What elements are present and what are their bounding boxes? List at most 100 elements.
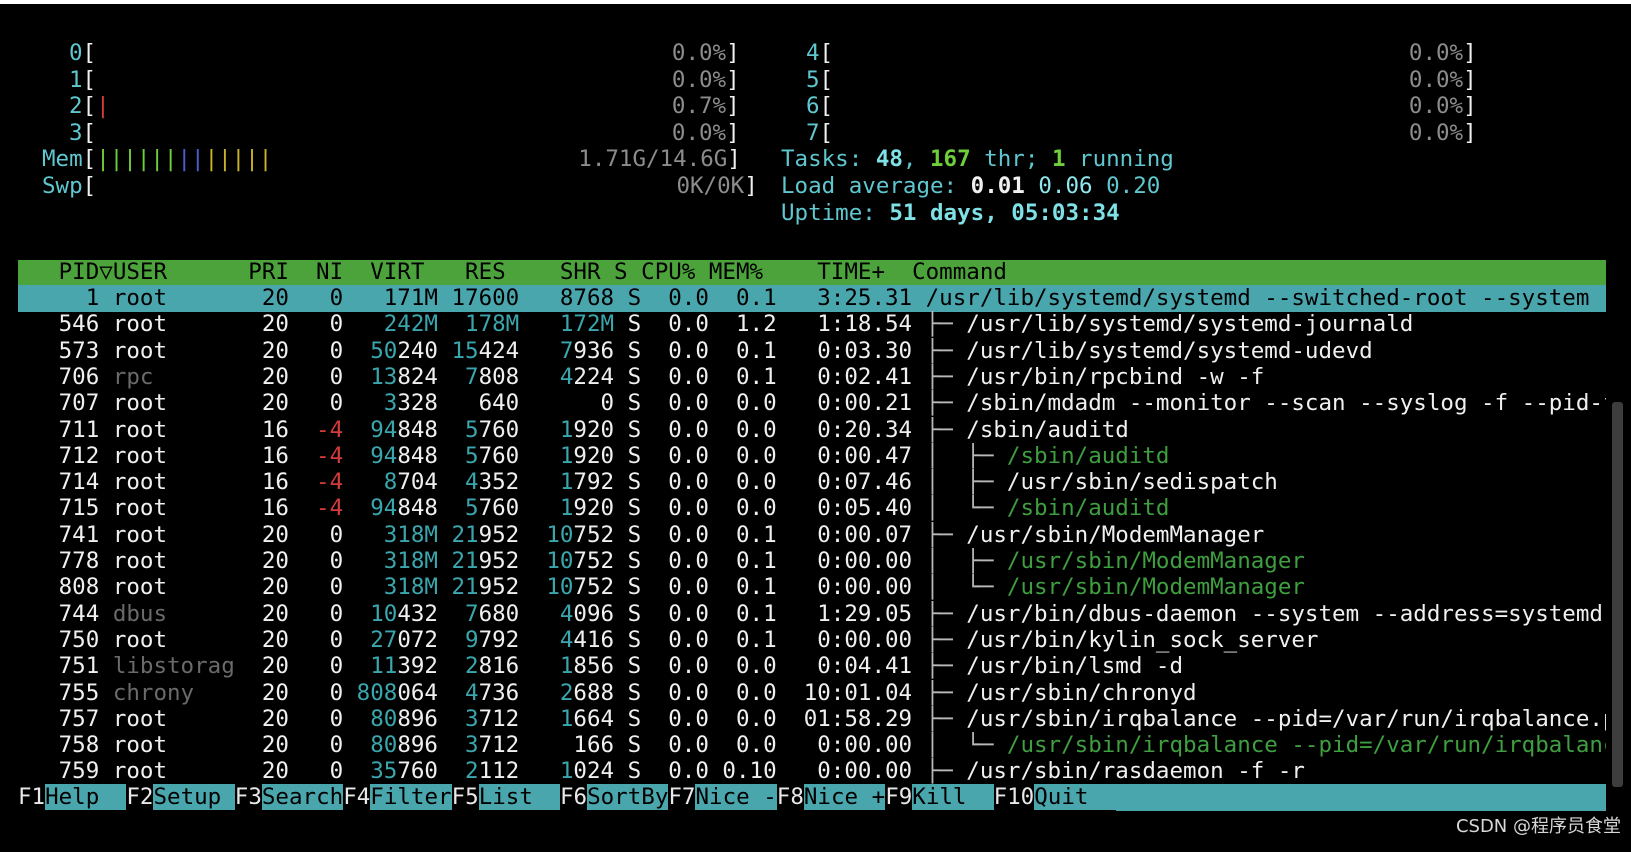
col-state[interactable]: S	[601, 259, 628, 285]
col-pri[interactable]: PRI	[248, 259, 289, 285]
cell-pri: 20	[234, 285, 289, 311]
col-mem[interactable]: MEM%	[695, 259, 763, 285]
cpu-meter-5: 5[0.0%]	[806, 67, 1477, 93]
cell-res: 178M	[465, 311, 520, 338]
col-ni[interactable]: NI	[289, 259, 343, 285]
cpu-value: 0.0%	[671, 40, 727, 66]
fkey-label: SortBy	[587, 784, 669, 810]
table-row[interactable]: 751 libstorag 20 0 11392 2816 1856 S 0.0…	[18, 653, 1606, 680]
col-res[interactable]: RES	[424, 259, 506, 285]
cell-virt: 35760	[370, 758, 438, 785]
uptime-label: Uptime:	[781, 200, 890, 226]
table-row[interactable]: 741 root 20 0 318M 21952 10752 S 0.0 0.1…	[18, 522, 1606, 549]
threads-label: thr;	[970, 146, 1052, 172]
cpu-meter-0: 0[0.0%]	[69, 40, 740, 66]
cell-command: /usr/sbin/ModemManager	[966, 521, 1265, 548]
cell-user: root	[112, 285, 235, 311]
cell-ni: 0	[288, 679, 344, 706]
cell-res: 5760	[465, 416, 520, 443]
table-row[interactable]: 712 root 16 -4 94848 5760 1920 S 0.0 0.0…	[18, 443, 1606, 470]
fkey-f7[interactable]: F7Nice -	[668, 784, 777, 811]
pad	[99, 574, 113, 600]
function-key-bar: F1Help F2Setup F3Search F4Filter F5List F6…	[0, 784, 1631, 811]
fkey-key: F8	[776, 784, 804, 810]
cell-virt: 318M	[383, 521, 438, 548]
cell-pid: 573	[18, 337, 100, 364]
cell-time: 0:02.41	[776, 363, 913, 390]
table-row[interactable]: 744 dbus 20 0 10432 7680 4096 S 0.0 0.1 …	[18, 601, 1606, 628]
col-command[interactable]: Command	[885, 259, 1007, 285]
cell-shr: 1856	[559, 653, 615, 680]
load-line: Load average: 0.01 0.06 0.20	[781, 173, 1160, 200]
pad	[99, 706, 113, 732]
fkey-f3[interactable]: F3Search	[235, 784, 344, 811]
fkey-f4[interactable]: F4Filter	[343, 784, 452, 811]
table-row[interactable]: 778 root 20 0 318M 21952 10752 S 0.0 0.1…	[18, 548, 1606, 575]
table-row[interactable]: 573 root 20 0 50240 15424 7936 S 0.0 0.1…	[18, 338, 1606, 365]
cell-ni: 0	[288, 337, 344, 364]
fkey-f6[interactable]: F6SortBy	[560, 784, 669, 811]
fkey-f2[interactable]: F2Setup	[126, 784, 235, 811]
col-virt[interactable]: VIRT	[343, 259, 424, 285]
fkey-f9[interactable]: F9Kill	[885, 784, 994, 811]
watermark: CSDN @程序员食堂	[1455, 816, 1621, 837]
table-row[interactable]: 750 root 20 0 27072 9792 4416 S 0.0 0.1 …	[18, 627, 1606, 654]
uptime-value: 51 days, 05:03:34	[889, 200, 1120, 226]
table-row[interactable]: 715 root 16 -4 94848 5760 1920 S 0.0 0.0…	[18, 495, 1606, 522]
cell-virt: 808064	[356, 679, 438, 706]
cell-virt: 318M	[383, 548, 438, 574]
cell-state: S	[614, 600, 642, 627]
fkey-f5[interactable]: F5List	[452, 784, 560, 811]
cell-ni: 0	[288, 574, 344, 601]
threads-count: 167	[930, 146, 971, 172]
table-row[interactable]: 808 root 20 0 318M 21952 10752 S 0.0 0.1…	[18, 574, 1606, 601]
cell-mem: 0.0	[708, 442, 777, 469]
fkey-f1[interactable]: F1Help	[18, 784, 127, 811]
cell-user: root	[112, 390, 235, 417]
cpu-label: 3	[69, 120, 83, 146]
pad	[99, 495, 113, 521]
table-row[interactable]: 757 root 20 0 80896 3712 1664 S 0.0 0.0 …	[18, 706, 1606, 733]
cpu-label: 0	[69, 40, 83, 66]
cell-command: /usr/sbin/irqbalance --pid=/var/run/irqb…	[1006, 732, 1606, 759]
fkey-f10[interactable]: F10Quit	[994, 784, 1116, 811]
cell-time: 3:25.31	[776, 285, 913, 311]
scrollbar[interactable]	[1612, 402, 1623, 787]
cell-pid: 741	[18, 521, 100, 548]
fkey-f8[interactable]: F8Nice +	[776, 784, 886, 811]
table-row[interactable]: 546 root 20 0 242M 178M 172M S 0.0 1.2 1…	[18, 311, 1606, 338]
col-user[interactable]: USER	[113, 259, 248, 285]
col-cpu[interactable]: CPU%	[628, 259, 695, 285]
table-row[interactable]: 759 root 20 0 35760 2112 1024 S 0.0 0.10…	[18, 758, 1606, 785]
cell-mem: 0.0	[708, 705, 777, 732]
fkey-label: Search	[261, 784, 344, 810]
table-row-selected[interactable]: 1 root 20 0 171M 17600 8768 S 0.0 0.1 3:…	[18, 285, 1606, 312]
cell-ni: -4	[288, 416, 344, 443]
cell-res: 21952	[451, 574, 520, 601]
sort-indicator-icon: ▽	[99, 259, 113, 285]
cell-pid: 750	[18, 626, 100, 653]
cell-user: chrony	[112, 679, 235, 706]
fkey-key: F4	[343, 784, 371, 810]
col-pid[interactable]: PID	[32, 259, 100, 285]
table-row[interactable]: 711 root 16 -4 94848 5760 1920 S 0.0 0.0…	[18, 417, 1606, 444]
cell-tree: ├─	[912, 311, 967, 338]
table-row[interactable]: 755 chrony 20 0 808064 4736 2688 S 0.0 0…	[18, 680, 1606, 707]
swp-value: 0K/0K	[676, 173, 745, 199]
table-row[interactable]: 758 root 20 0 80896 3712 166 S 0.0 0.0 0…	[18, 732, 1606, 759]
fkey-label: Filter	[370, 784, 452, 810]
table-row[interactable]: 706 rpc 20 0 13824 7808 4224 S 0.0 0.1 0…	[18, 364, 1606, 391]
cell-tree: ├─	[912, 758, 967, 785]
cpu-meter-3: 3[0.0%]	[69, 120, 740, 146]
cell-pri: 20	[234, 626, 289, 653]
cell-pri: 16	[234, 442, 289, 469]
table-row[interactable]: 707 root 20 0 3328 640 0 S 0.0 0.0 0:00.…	[18, 390, 1606, 417]
col-shr[interactable]: SHR	[506, 259, 601, 285]
cell-command: /sbin/auditd	[1006, 442, 1170, 469]
pad	[99, 601, 113, 627]
column-header[interactable]: PID▽USER PRI NI VIRT RES SHR S CPU% MEM%…	[18, 259, 1007, 286]
cell-tree: ├─	[912, 390, 967, 417]
col-time[interactable]: TIME+	[763, 259, 885, 285]
table-row[interactable]: 714 root 16 -4 8704 4352 1792 S 0.0 0.0 …	[18, 469, 1606, 496]
pad	[99, 338, 113, 364]
